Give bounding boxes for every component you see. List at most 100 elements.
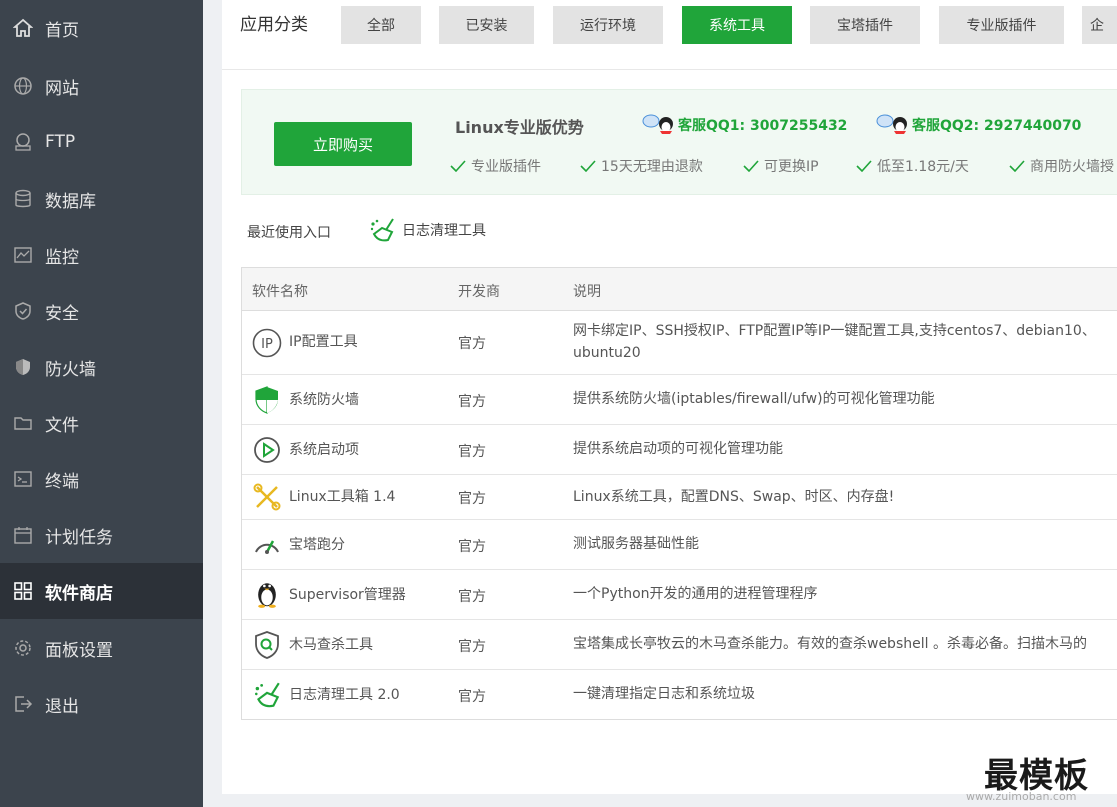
app-developer: 官方 (458, 394, 486, 410)
table-row[interactable]: 木马查杀工具 官方 宝塔集成长亭牧云的木马查杀能力。有效的查杀webshell … (242, 620, 1117, 670)
home-icon (12, 17, 34, 39)
broom-icon (255, 682, 280, 708)
monitor-icon (12, 244, 34, 266)
category-label: 应用分类 (240, 15, 308, 35)
check-icon (1009, 160, 1025, 172)
sidebar-item-label: 退出 (45, 696, 79, 717)
app-name[interactable]: Linux工具箱 1.4 (289, 486, 395, 506)
sidebar-item-monitor[interactable]: 监控 (0, 227, 203, 283)
table-row[interactable]: 系统启动项 官方 提供系统启动项的可视化管理功能 (242, 425, 1117, 475)
main-panel: 应用分类 全部 已安装 运行环境 系统工具 宝塔插件 专业版插件 企 立即购买 … (222, 0, 1117, 794)
table-row[interactable]: Linux工具箱 1.4 官方 Linux系统工具，配置DNS、Swap、时区、… (242, 475, 1117, 520)
app-developer: 官方 (458, 444, 486, 460)
app-description: 一个Python开发的通用的进程管理程序 (573, 586, 818, 602)
virus-scan-icon (255, 631, 279, 659)
app-description: Linux系统工具，配置DNS、Swap、时区、内存盘! (573, 489, 895, 505)
app-description: 宝塔集成长亭牧云的木马查杀能力。有效的查杀webshell 。杀毒必备。扫描木马… (573, 636, 1087, 652)
svg-text:IP: IP (261, 337, 273, 352)
globe-icon (12, 75, 34, 97)
category-pro-plugins[interactable]: 专业版插件 (939, 6, 1064, 44)
broom-icon (370, 218, 394, 242)
app-description: 一键清理指定日志和系统垃圾 (573, 686, 755, 702)
sidebar-item-label: 监控 (45, 247, 79, 268)
sidebar-item-home[interactable]: 首页 (0, 0, 203, 56)
app-developer: 官方 (458, 539, 486, 555)
check-icon (856, 160, 872, 172)
sidebar-item-app-store[interactable]: 软件商店 (0, 563, 203, 619)
calendar-icon (12, 524, 34, 546)
sidebar-item-label: 安全 (45, 303, 79, 324)
app-name[interactable]: 日志清理工具 2.0 (289, 684, 400, 704)
app-name[interactable]: 系统防火墙 (289, 389, 359, 409)
watermark-url: www.zuimoban.com (966, 790, 1077, 803)
feature-item: 商用防火墙授 (1009, 156, 1114, 176)
table-row[interactable]: 宝塔跑分 官方 测试服务器基础性能 (242, 520, 1117, 570)
firewall-icon (12, 356, 34, 378)
table-row[interactable]: Supervisor管理器 官方 一个Python开发的通用的进程管理程序 (242, 570, 1117, 620)
app-developer: 官方 (458, 336, 486, 352)
app-name[interactable]: IP配置工具 (289, 331, 358, 351)
sidebar-item-logout[interactable]: 退出 (0, 676, 203, 732)
column-header-description: 说明 (573, 284, 601, 300)
qq-link-1[interactable]: 客服QQ1: 3007255432 (642, 114, 847, 136)
column-header-developer: 开发商 (458, 284, 500, 300)
grid-icon (12, 580, 34, 602)
app-name[interactable]: 系统启动项 (289, 439, 359, 459)
category-enterprise[interactable]: 企 (1082, 6, 1117, 44)
logout-icon (12, 693, 34, 715)
table-row[interactable]: 日志清理工具 2.0 官方 一键清理指定日志和系统垃圾 (242, 670, 1117, 719)
sidebar: 首页 网站 FTP 数据库 监控 安全 防火墙 文件 终端 计划任务 软件商店 (0, 0, 203, 807)
recent-item-label: 日志清理工具 (402, 223, 486, 239)
sidebar-item-label: 终端 (45, 471, 79, 492)
check-icon (743, 160, 759, 172)
qq-icon (642, 114, 673, 134)
table-row[interactable]: 系统防火墙 官方 提供系统防火墙(iptables/firewall/ufw)的… (242, 375, 1117, 425)
gauge-icon (255, 540, 279, 554)
sidebar-item-settings[interactable]: 面板设置 (0, 620, 203, 676)
app-developer: 官方 (458, 689, 486, 705)
app-description: 提供系统防火墙(iptables/firewall/ufw)的可视化管理功能 (573, 391, 935, 407)
buy-now-button[interactable]: 立即购买 (274, 122, 412, 166)
column-header-name: 软件名称 (252, 284, 308, 300)
pro-promo-banner: 立即购买 Linux专业版优势 客服QQ1: 3007255432 客服QQ2:… (241, 89, 1117, 195)
recent-item-log-cleaner[interactable]: 日志清理工具 (368, 216, 486, 244)
qq1-text: 客服QQ1: 3007255432 (678, 118, 848, 134)
category-all[interactable]: 全部 (341, 6, 421, 44)
feature-item: 15天无理由退款 (580, 156, 703, 176)
sidebar-item-firewall[interactable]: 防火墙 (0, 339, 203, 395)
feature-item: 可更换IP (743, 156, 819, 176)
sidebar-item-label: 防火墙 (45, 359, 96, 380)
category-system-tools[interactable]: 系统工具 (682, 6, 792, 44)
qq-link-2[interactable]: 客服QQ2: 2927440070 (876, 114, 1081, 136)
app-name[interactable]: Supervisor管理器 (289, 584, 406, 604)
sidebar-item-label: 网站 (45, 78, 79, 99)
sidebar-item-terminal[interactable]: 终端 (0, 451, 203, 507)
check-icon (450, 160, 466, 172)
ip-icon: IP (252, 328, 282, 358)
app-developer: 官方 (458, 491, 486, 507)
app-name[interactable]: 宝塔跑分 (289, 534, 345, 554)
qq-icon (876, 114, 907, 134)
software-table: 软件名称 开发商 说明 IP IP配置工具 官方 网卡绑定IP、SSH授权IP、… (241, 267, 1117, 720)
sidebar-item-label: 面板设置 (45, 640, 113, 661)
sidebar-item-ftp[interactable]: FTP (0, 114, 203, 170)
table-header: 软件名称 开发商 说明 (242, 268, 1117, 311)
category-runtime[interactable]: 运行环境 (553, 6, 663, 44)
check-icon (580, 160, 596, 172)
app-name[interactable]: 木马查杀工具 (289, 634, 373, 654)
sidebar-item-security[interactable]: 安全 (0, 283, 203, 339)
database-icon (12, 188, 34, 210)
terminal-icon (12, 468, 34, 490)
sidebar-item-files[interactable]: 文件 (0, 395, 203, 451)
feature-item: 低至1.18元/天 (856, 156, 969, 176)
sidebar-item-database[interactable]: 数据库 (0, 171, 203, 227)
sidebar-item-website[interactable]: 网站 (0, 58, 203, 114)
folder-icon (12, 412, 34, 434)
sidebar-item-cron[interactable]: 计划任务 (0, 507, 203, 563)
recent-label: 最近使用入口 (247, 225, 331, 241)
table-row[interactable]: IP IP配置工具 官方 网卡绑定IP、SSH授权IP、FTP配置IP等IP一键… (242, 311, 1117, 375)
category-bt-plugins[interactable]: 宝塔插件 (810, 6, 920, 44)
category-installed[interactable]: 已安装 (439, 6, 534, 44)
shield-icon (255, 386, 278, 414)
shield-icon (12, 300, 34, 322)
